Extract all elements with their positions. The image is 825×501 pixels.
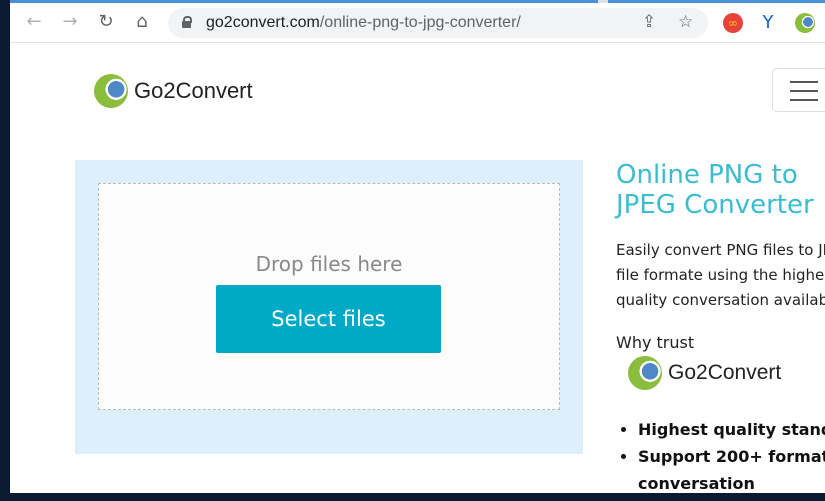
extension-go2convert-icon[interactable] [795,13,815,33]
url-text[interactable]: go2convert.com/online-png-to-jpg-convert… [206,14,521,32]
lock-icon [182,16,192,28]
brand-name: Go2Convert [668,361,782,384]
description: Easily convert PNG files to JPEG file fo… [616,238,825,313]
feature-item: Highest quality standards [638,416,825,443]
drop-files-text: Drop files here [255,252,403,276]
hamburger-menu-button[interactable] [772,68,825,112]
logo-icon [94,74,128,108]
select-files-button[interactable]: Select files [216,285,441,353]
share-icon[interactable]: ⇪ [642,12,656,32]
feature-list: Highest quality standards Support 200+ f… [616,416,825,493]
info-panel: Online PNG to JPEG Converter Easily conve… [616,160,825,493]
feature-item: conversation [638,474,755,493]
logo-icon [628,356,662,390]
trust-logo: Go2Convert [628,356,825,390]
url-path: /online-png-to-jpg-converter/ [319,14,521,31]
description-line: file formate using the highest [616,266,825,284]
home-icon[interactable]: ⌂ [130,11,154,32]
why-trust-heading: Why trust [616,333,695,352]
brand-name: Go2Convert [134,78,253,103]
bookmark-star-icon[interactable]: ☆ [678,12,693,32]
page-title: Online PNG to JPEG Converter [616,160,825,220]
browser-toolbar: ← → ↻ ⌂ go2convert.com/online-png-to-jpg… [10,3,825,43]
upload-area: Drop files here Select files [75,160,583,454]
feature-item: Support 200+ format [638,443,825,470]
reload-icon[interactable]: ↻ [94,11,118,32]
back-icon[interactable]: ← [22,11,46,32]
description-line: Easily convert PNG files to JPEG [616,241,825,259]
url-domain: go2convert.com [206,14,320,31]
page: Go2Convert Drop files here Select files … [10,44,825,493]
browser-window: ← → ↻ ⌂ go2convert.com/online-png-to-jpg… [10,0,825,493]
title-line: JPEG Converter [616,190,814,220]
address-bar[interactable]: go2convert.com/online-png-to-jpg-convert… [168,8,708,38]
title-line: Online PNG to [616,160,798,190]
extension-infinity-icon[interactable]: ∞ [723,13,743,33]
extension-y-icon[interactable]: Y [758,13,778,33]
site-logo[interactable]: Go2Convert [94,74,253,108]
description-line: quality conversation available [616,291,825,309]
drop-zone[interactable]: Drop files here Select files [98,183,560,410]
forward-icon[interactable]: → [58,11,82,32]
